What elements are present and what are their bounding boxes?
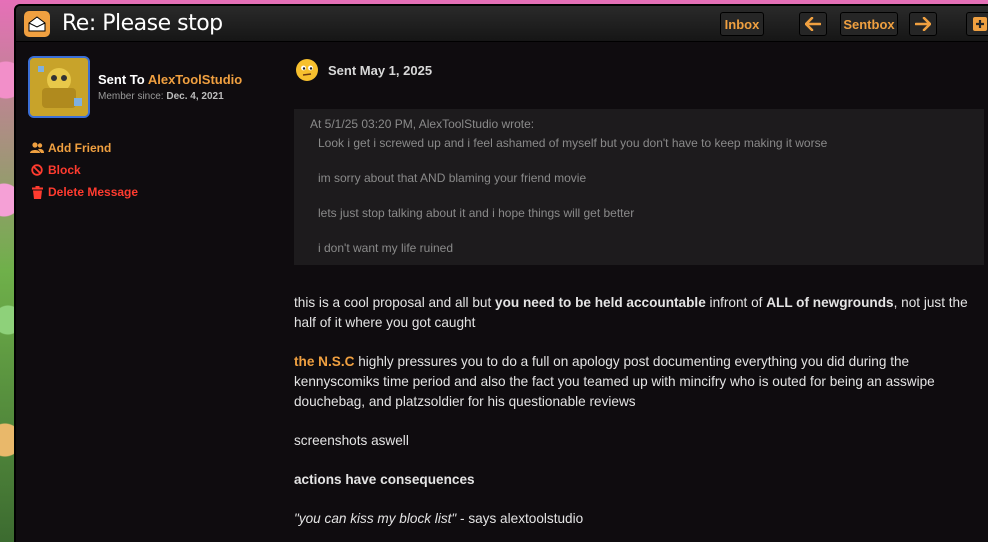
add-friend-button[interactable]: Add Friend bbox=[30, 141, 111, 155]
body-text: infront of bbox=[705, 295, 767, 310]
sent-to: Sent To AlexToolStudio bbox=[98, 72, 242, 87]
add-friend-label: Add Friend bbox=[48, 141, 112, 155]
trash-icon bbox=[30, 185, 44, 199]
emoji-face-icon bbox=[296, 59, 318, 81]
block-icon bbox=[30, 163, 44, 177]
body-paragraph: "you can kiss my block list" - says alex… bbox=[294, 509, 984, 529]
body-paragraph: screenshots aswell bbox=[294, 433, 409, 448]
new-message-button[interactable] bbox=[966, 12, 988, 36]
member-since-label: Member since: bbox=[98, 91, 164, 102]
sentbox-label: Sentbox bbox=[843, 16, 895, 32]
next-message-button[interactable] bbox=[909, 12, 937, 36]
page-title: Re: Please stop bbox=[62, 11, 223, 36]
add-friend-icon bbox=[30, 141, 44, 155]
new-message-icon bbox=[973, 17, 987, 31]
inbox-button[interactable]: Inbox bbox=[720, 12, 764, 36]
quoted-message: At 5/1/25 03:20 PM, AlexToolStudio wrote… bbox=[294, 109, 984, 265]
message-header: Sent May 1, 2025 bbox=[296, 59, 432, 81]
message-panel: Sent May 1, 2025 At 5/1/25 03:20 PM, Ale… bbox=[294, 43, 988, 542]
body-bold-text: you need to be held accountable bbox=[495, 295, 706, 310]
message-body: this is a cool proposal and all but you … bbox=[294, 293, 984, 542]
block-button[interactable]: Block bbox=[30, 163, 81, 177]
quote-line: im sorry about that AND blaming your fri… bbox=[318, 171, 587, 185]
body-paragraph: the N.S.C highly pressures you to do a f… bbox=[294, 352, 984, 412]
body-bold-text: actions have consequences bbox=[294, 472, 475, 487]
recipient-username-link[interactable]: AlexToolStudio bbox=[148, 72, 242, 87]
member-since-date: Dec. 4, 2021 bbox=[166, 91, 224, 102]
body-paragraph: this is a cool proposal and all but you … bbox=[294, 293, 984, 333]
body-bold-text: ALL of newgrounds bbox=[766, 295, 894, 310]
quote-line: lets just stop talking about it and i ho… bbox=[318, 206, 635, 220]
quote-header: At 5/1/25 03:20 PM, AlexToolStudio wrote… bbox=[310, 117, 535, 131]
member-since: Member since: Dec. 4, 2021 bbox=[98, 91, 224, 102]
body-text: this is a cool proposal and all but bbox=[294, 295, 496, 310]
sent-date: Sent May 1, 2025 bbox=[328, 62, 433, 78]
body-italic-text: "you can kiss my block list" bbox=[294, 511, 457, 526]
arrow-left-icon bbox=[805, 17, 821, 31]
delete-message-label: Delete Message bbox=[48, 185, 139, 199]
nsc-highlight: the N.S.C bbox=[294, 354, 355, 369]
mail-icon bbox=[24, 10, 50, 37]
pm-window: Re: Please stop Inbox Sentbox Sent To Al… bbox=[14, 4, 988, 542]
arrow-right-icon bbox=[915, 17, 931, 31]
sender-sidebar: Sent To AlexToolStudio Member since: Dec… bbox=[16, 43, 286, 542]
inbox-label: Inbox bbox=[724, 16, 760, 32]
body-text: - says alextoolstudio bbox=[456, 511, 584, 526]
quote-line: i don't want my life ruined bbox=[318, 241, 454, 255]
previous-message-button[interactable] bbox=[799, 12, 827, 36]
body-paragraph: actions have consequences bbox=[294, 470, 984, 490]
sent-to-label: Sent To bbox=[98, 72, 145, 87]
quote-line: Look i get i screwed up and i feel asham… bbox=[318, 136, 828, 150]
sentbox-button[interactable]: Sentbox bbox=[840, 12, 898, 36]
delete-message-button[interactable]: Delete Message bbox=[30, 185, 138, 199]
block-label: Block bbox=[48, 163, 81, 177]
avatar[interactable] bbox=[28, 56, 90, 118]
body-text: highly pressures you to do a full on apo… bbox=[294, 354, 935, 409]
title-bar: Re: Please stop Inbox Sentbox bbox=[16, 6, 988, 42]
